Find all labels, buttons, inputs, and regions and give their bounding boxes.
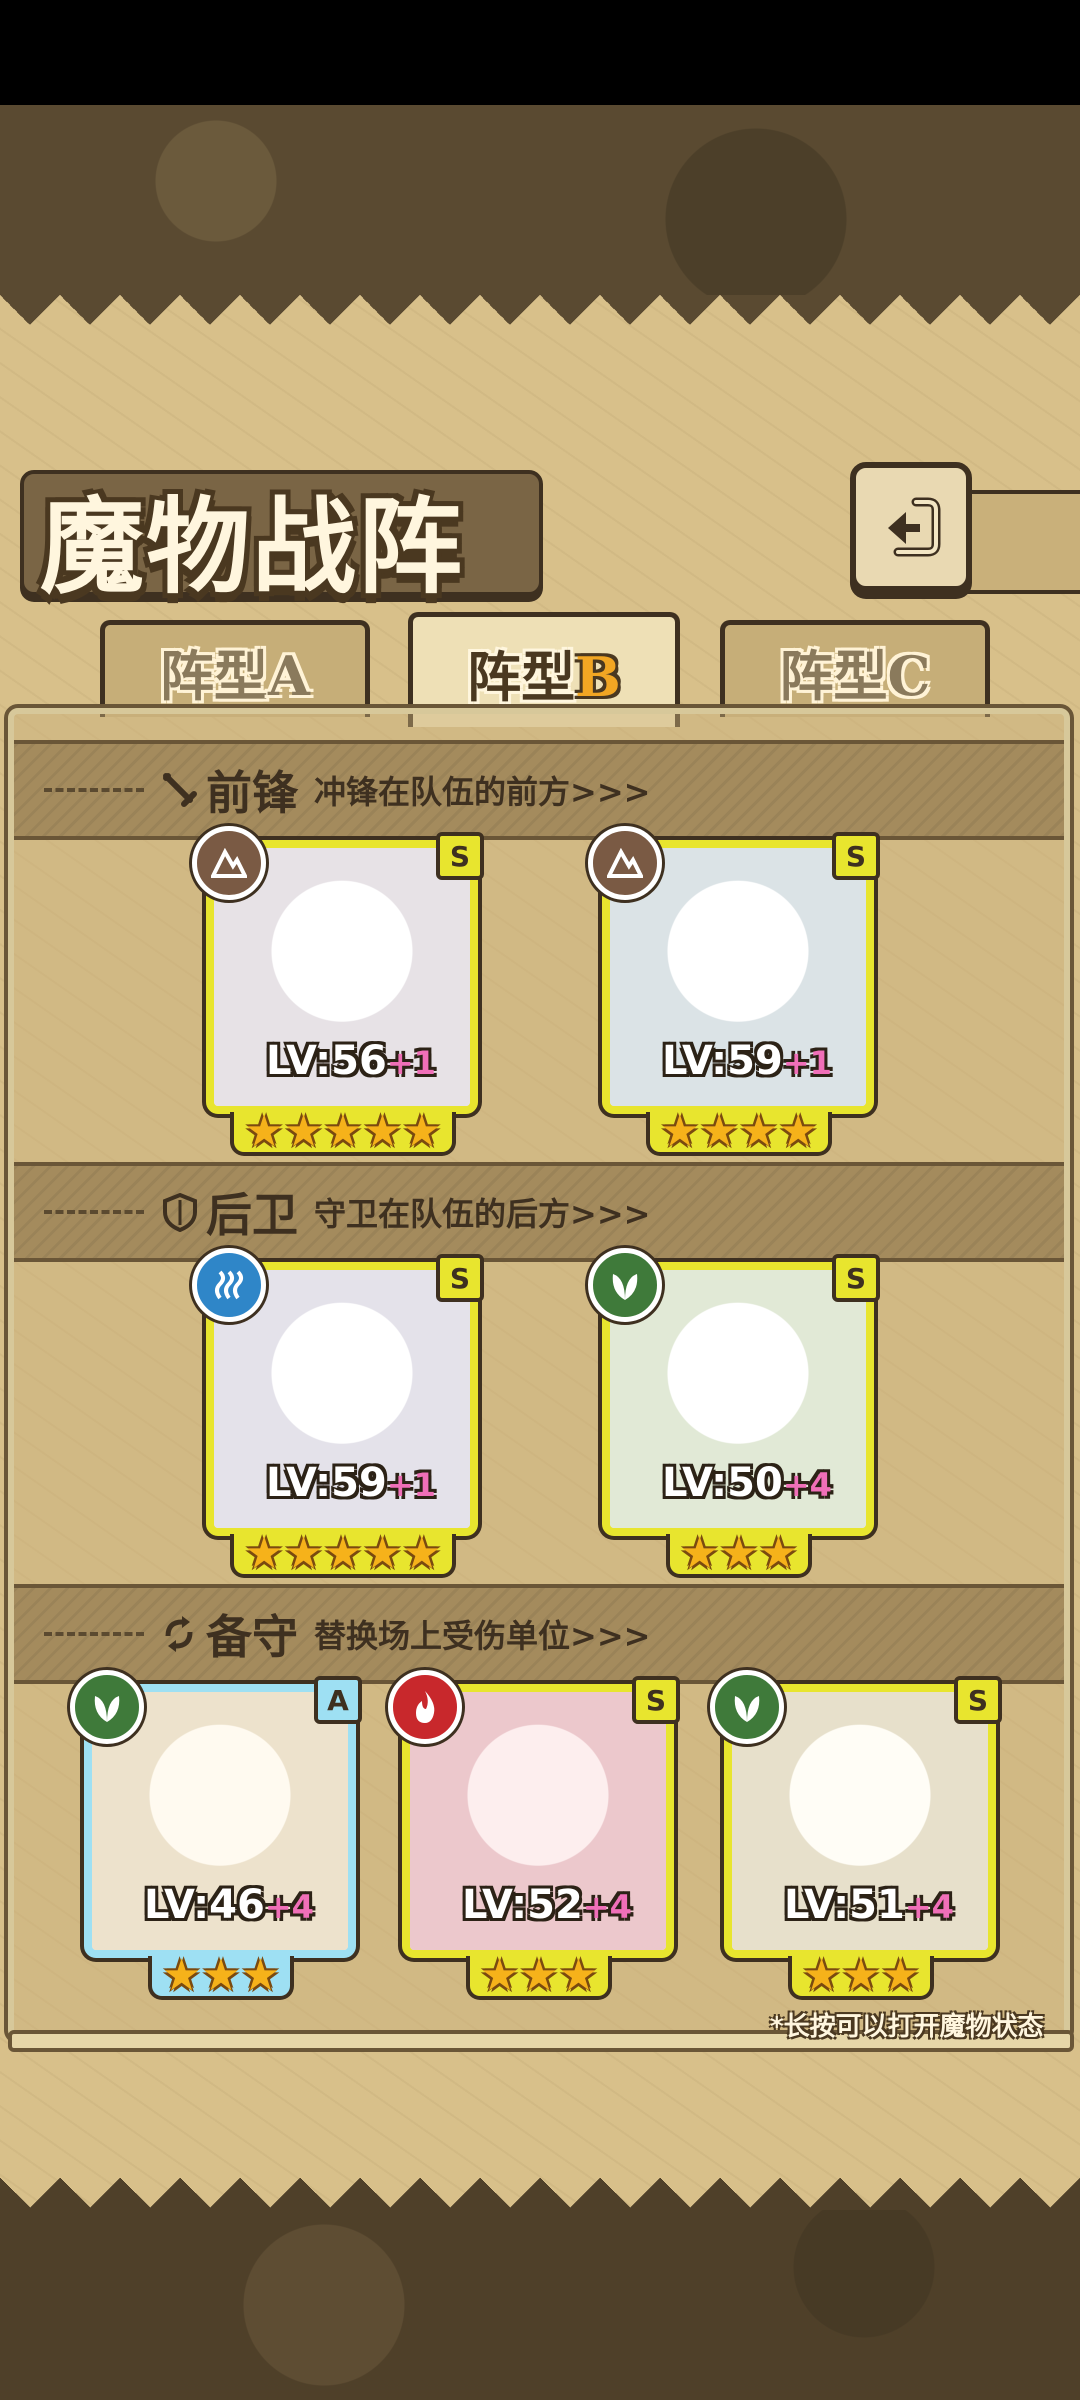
rank-badge: S (436, 1254, 484, 1302)
section-rear-desc: 守卫在队伍的后方>>> (314, 1195, 651, 1233)
tab-label: 阵型 (779, 643, 888, 708)
star-rating: ★★★★ (660, 1106, 818, 1157)
star-rating: ★★★ (679, 1528, 799, 1579)
tab-label: 阵型 (467, 644, 576, 709)
back-arrow-icon (888, 497, 941, 557)
shield-icon (163, 1192, 197, 1232)
bottom-background (0, 2210, 1080, 2400)
section-front-header: 前锋 冲锋在队伍的前方>>> (14, 740, 1064, 840)
parchment-bottom-edge (0, 2140, 1080, 2210)
rock-element-icon (192, 826, 266, 900)
level-bonus: +4 (582, 1888, 632, 1926)
star-rating: ★★★ (479, 1950, 599, 2001)
monster-card-front-2[interactable]: S LV:59+1 ★★★★ (588, 826, 880, 1156)
tab-formation-a[interactable]: 阵型A (100, 620, 370, 717)
rock-element-icon (588, 826, 662, 900)
tab-letter: C (887, 643, 931, 708)
leaf-element-icon (588, 1248, 662, 1322)
monster-card-reserve-2[interactable]: S LV:52+4 ★★★ (388, 1670, 680, 2000)
rank-badge: S (632, 1676, 680, 1724)
level-value: LV:59 (266, 1460, 387, 1506)
leaf-element-icon (70, 1670, 144, 1744)
level-label: LV:59+1 (266, 1460, 436, 1506)
star-rating: ★★★ (161, 1950, 281, 2001)
section-front-title: 前锋 (206, 766, 298, 820)
rank-badge: S (954, 1676, 1002, 1724)
monster-card-rear-1[interactable]: S LV:59+1 ★★★★★ (192, 1248, 484, 1578)
status-bar (0, 0, 1080, 105)
back-button[interactable] (850, 462, 972, 592)
section-front-desc: 冲锋在队伍的前方>>> (314, 773, 651, 811)
level-label: LV:56+1 (266, 1038, 436, 1084)
section-reserve-desc: 替换场上受伤单位>>> (314, 1617, 651, 1655)
long-press-hint: *长按可以打开魔物状态 (770, 2012, 1044, 2042)
tab-letter: A (268, 643, 310, 708)
level-value: LV:51 (784, 1882, 905, 1928)
water-element-icon (192, 1248, 266, 1322)
level-label: LV:51+4 (784, 1882, 954, 1928)
level-label: LV:50+4 (662, 1460, 832, 1506)
level-value: LV:52 (462, 1882, 583, 1928)
leaf-element-icon (710, 1670, 784, 1744)
level-bonus: +4 (782, 1466, 832, 1504)
monster-card-rear-2[interactable]: S LV:50+4 ★★★ (588, 1248, 880, 1578)
rank-badge: A (314, 1676, 362, 1724)
level-label: LV:52+4 (462, 1882, 632, 1928)
monster-card-reserve-3[interactable]: S LV:51+4 ★★★ (710, 1670, 1002, 2000)
monster-card-reserve-1[interactable]: A LV:46+4 ★★★ (70, 1670, 362, 2000)
page-title: 魔物战阵 (40, 485, 465, 608)
level-bonus: +1 (782, 1044, 832, 1082)
level-value: LV:50 (662, 1460, 783, 1506)
level-bonus: +1 (386, 1466, 436, 1504)
section-reserve-header: 备守 替换场上受伤单位>>> (14, 1584, 1064, 1684)
star-rating: ★★★★★ (244, 1528, 442, 1579)
star-rating: ★★★ (801, 1950, 921, 2001)
tab-letter: B (575, 644, 621, 709)
level-bonus: +4 (904, 1888, 954, 1926)
star-rating: ★★★★★ (244, 1106, 442, 1157)
rank-badge: S (436, 832, 484, 880)
rank-badge: S (832, 832, 880, 880)
tab-formation-c[interactable]: 阵型C (720, 620, 990, 717)
section-reserve-title: 备守 (206, 1610, 298, 1664)
parchment-top-edge (0, 295, 1080, 355)
monster-card-front-1[interactable]: S LV:56+1 ★★★★★ (192, 826, 484, 1156)
rank-badge: S (832, 1254, 880, 1302)
fire-element-icon (388, 1670, 462, 1744)
tab-label: 阵型 (160, 643, 269, 708)
level-label: LV:59+1 (662, 1038, 832, 1084)
swap-icon (165, 1616, 193, 1652)
top-background (0, 105, 1080, 295)
section-rear-header: 后卫 守卫在队伍的后方>>> (14, 1162, 1064, 1262)
level-value: LV:59 (662, 1038, 783, 1084)
level-label: LV:46+4 (144, 1882, 314, 1928)
level-value: LV:56 (266, 1038, 387, 1084)
level-value: LV:46 (144, 1882, 265, 1928)
section-rear-title: 后卫 (206, 1188, 298, 1242)
level-bonus: +1 (386, 1044, 436, 1082)
sword-icon (163, 773, 197, 807)
level-bonus: +4 (264, 1888, 314, 1926)
